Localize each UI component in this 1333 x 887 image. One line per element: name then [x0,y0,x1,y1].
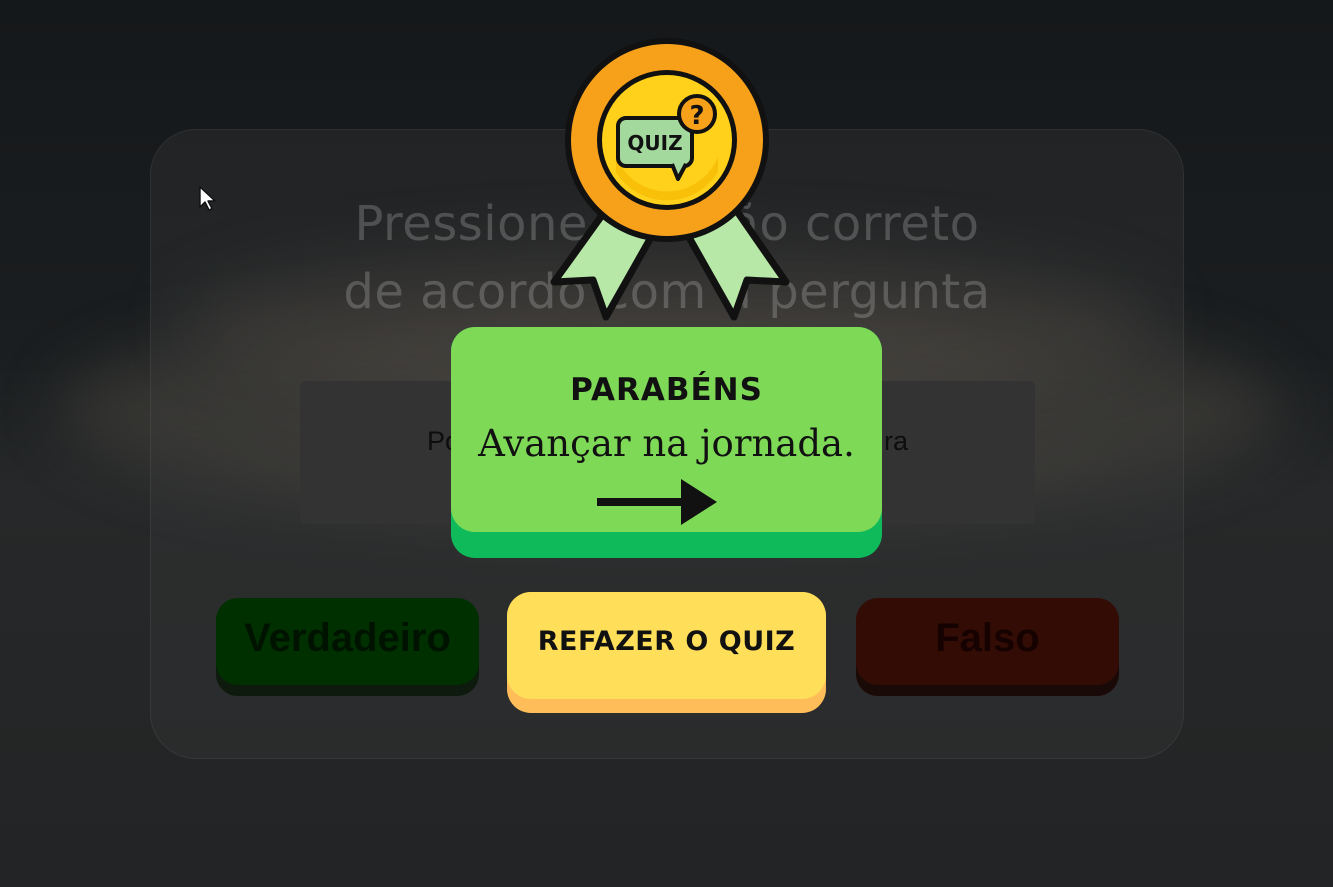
mouse-cursor-icon [199,186,216,211]
advance-journey-button[interactable]: PARABÉNS Avançar na jornada. [451,327,882,558]
badge-text: QUIZ [627,131,682,155]
arrow-right-icon [597,479,717,525]
question-text-end: ra [883,426,908,456]
true-button[interactable]: Verdadeiro [216,598,479,696]
false-button[interactable]: Falso [856,598,1119,696]
retry-quiz-button[interactable]: REFAZER O QUIZ [507,592,826,713]
advance-button-face: PARABÉNS Avançar na jornada. [451,327,882,532]
badge-question-mark: ? [689,101,704,131]
quiz-screen: Pressione o botão correto de acordo com … [0,0,1333,887]
retry-button-face: REFAZER O QUIZ [507,592,826,699]
congrats-title: PARABÉNS [570,372,763,408]
advance-label: Avançar na jornada. [478,422,855,465]
retry-label: REFAZER O QUIZ [537,626,796,657]
quiz-medal-icon: QUIZ ? [550,38,790,321]
